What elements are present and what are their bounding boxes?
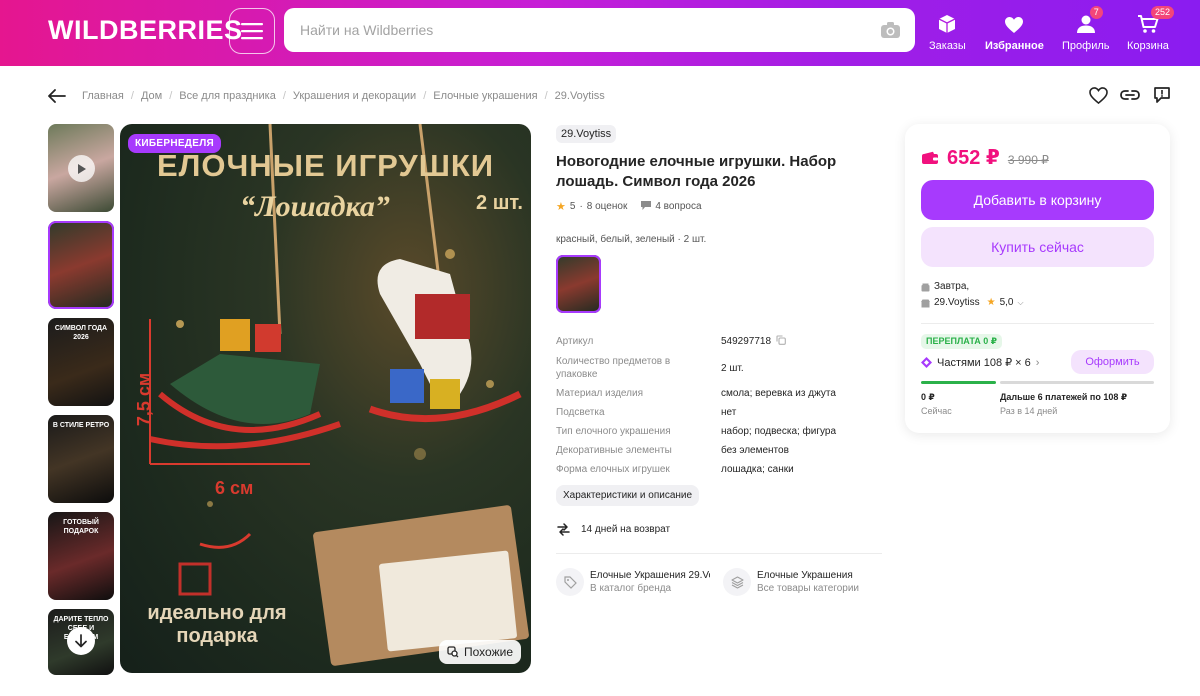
thumbnail-image[interactable]: В СТИЛЕ РЕТРО xyxy=(48,415,114,503)
buy-box: 652 ₽ 3 990 ₽ Добавить в корзину Купить … xyxy=(905,124,1170,433)
pay-later-info: Дальше 6 платежей по 108 ₽ Раз в 14 дней xyxy=(1000,392,1128,416)
buy-now-button[interactable]: Купить сейчас xyxy=(921,227,1154,267)
color-label: красный, белый, зеленый · 2 шт. xyxy=(556,234,707,245)
add-to-cart-button[interactable]: Добавить в корзину xyxy=(921,180,1154,220)
reviews-link[interactable]: 8 оценок xyxy=(587,201,628,212)
divider xyxy=(556,553,882,554)
payment-progress-remaining xyxy=(1000,381,1154,384)
nav-favorites[interactable]: Избранное xyxy=(985,8,1044,52)
current-price: 652 ₽ xyxy=(947,147,1000,169)
installments-row[interactable]: Частями 108 ₽ × 6 › xyxy=(921,356,1039,369)
thumbnail-video[interactable] xyxy=(48,124,114,212)
product-info: 29.Voytiss Новогодние елочные игрушки. Н… xyxy=(556,124,882,596)
installment-diamond-icon xyxy=(921,357,932,368)
rating-row: ★ 5 · 8 оценок 4 вопроса xyxy=(556,200,702,213)
spec-row: Количество предметов в упаковке 2 шт. xyxy=(556,356,744,380)
profile-badge: 7 xyxy=(1089,6,1103,19)
store-icon xyxy=(921,299,930,307)
box-icon xyxy=(939,15,956,33)
breadcrumb-tree-decor[interactable]: Елочные украшения xyxy=(433,90,537,102)
breadcrumb: Главная / Дом / Все для праздника / Украшен… xyxy=(48,86,605,106)
main-product-image[interactable]: КИБЕРНЕДЕЛЯ ЕЛОЧНЫЕ ИГРУШКИ “Лошадка” 2 … xyxy=(120,124,531,673)
delivery-box-icon xyxy=(921,283,930,291)
price-row: 652 ₽ 3 990 ₽ xyxy=(921,145,1049,170)
breadcrumb-decor[interactable]: Украшения и декорации xyxy=(293,90,416,102)
layers-icon xyxy=(723,568,751,596)
spec-row: Артикул 549297718 xyxy=(556,335,882,349)
favorite-heart-icon[interactable] xyxy=(1088,85,1108,105)
breadcrumb-home[interactable]: Главная xyxy=(82,90,124,102)
nav-profile[interactable]: 7 Профиль xyxy=(1062,6,1110,52)
hamburger-icon xyxy=(241,23,263,40)
chevron-down-icon[interactable]: ⌵ xyxy=(1017,295,1023,311)
image-title-text: ЕЛОЧНЫЕ ИГРУШКИ xyxy=(156,148,495,183)
return-arrows-icon xyxy=(557,523,570,536)
questions-icon xyxy=(641,200,652,213)
report-icon[interactable] xyxy=(1152,85,1172,105)
scroll-down-button[interactable] xyxy=(67,627,95,655)
old-price: 3 990 ₽ xyxy=(1007,153,1049,167)
overpay-badge: ПЕРЕПЛАТА 0 ₽ xyxy=(921,334,1003,349)
cart-badge: 252 xyxy=(1150,6,1174,19)
chevron-right-icon: › xyxy=(1035,356,1040,369)
category-link[interactable]: Елочные Украшения Все товары категории xyxy=(723,568,882,596)
spec-row: Форма елочных игрушек лошадка; санки xyxy=(556,464,794,475)
payment-progress-current xyxy=(921,381,996,384)
logo[interactable]: WILDBERRIES xyxy=(48,15,243,46)
image-subtitle-text: “Лошадка” xyxy=(240,190,390,223)
spec-row: Декоративные элементы без элементов xyxy=(556,445,789,456)
image-count-text: 2 шт. xyxy=(476,192,523,214)
issue-installment-button[interactable]: Оформить xyxy=(1071,350,1154,374)
wallet-icon xyxy=(922,151,938,164)
gift-text: идеально для подарка xyxy=(147,602,287,647)
nav-orders[interactable]: Заказы xyxy=(929,8,966,52)
play-icon xyxy=(68,155,95,182)
pay-now-info: 0 ₽ Сейчас xyxy=(921,392,952,416)
specs-description-button[interactable]: Характеристики и описание xyxy=(556,485,700,506)
tag-icon xyxy=(556,568,584,596)
seller-star-icon: ★ xyxy=(986,297,996,308)
brand-chip[interactable]: 29.Voytiss xyxy=(556,125,617,143)
thumbnail-image[interactable]: ДАРИТЕ ТЕПЛО СЕБЕ И БЛИЗКИМ xyxy=(48,609,114,675)
thumbnail-image[interactable]: СИМВОЛ ГОДА 2026 xyxy=(48,318,114,406)
color-swatch[interactable] xyxy=(556,255,601,313)
nav-cart[interactable]: 252 Корзина xyxy=(1127,6,1174,52)
breadcrumb-brand[interactable]: 29.Voytiss xyxy=(555,90,605,102)
postcard-image xyxy=(378,550,518,652)
similar-search-icon xyxy=(447,646,459,658)
back-arrow-icon[interactable] xyxy=(48,86,68,106)
category-links: Елочные Украшения 29.VoytissВ каталог бр… xyxy=(556,568,882,596)
header: WILDBERRIES Заказы Избранное 7 Профиль 2… xyxy=(0,0,1200,66)
breadcrumb-house[interactable]: Дом xyxy=(141,90,162,102)
star-icon: ★ xyxy=(556,201,566,213)
delivery-info: Завтра, 29.Voytiss ★ 5,0 ⌵ xyxy=(921,279,1024,311)
dimension-height: 7,5 см xyxy=(134,372,155,427)
thumbnail-image[interactable]: ГОТОВЫЙ ПОДАРОК xyxy=(48,512,114,600)
menu-button[interactable] xyxy=(229,8,275,54)
divider xyxy=(921,323,1154,324)
thumbnail-list: СИМВОЛ ГОДА 2026 В СТИЛЕ РЕТРО ГОТОВЫЙ П… xyxy=(48,124,114,684)
copy-icon[interactable] xyxy=(776,335,786,349)
specs-table: Артикул 549297718 Количество предметов в … xyxy=(556,335,882,476)
breadcrumb-holiday[interactable]: Все для праздника xyxy=(179,90,276,102)
search-bar xyxy=(284,8,915,52)
questions-link[interactable]: 4 вопроса xyxy=(655,201,701,212)
spec-row: Материал изделия смола; веревка из джута xyxy=(556,388,836,399)
seller-link[interactable]: 29.Voytiss xyxy=(934,295,980,311)
product-actions xyxy=(1088,85,1172,105)
similar-button[interactable]: Похожие xyxy=(439,640,521,664)
camera-icon[interactable] xyxy=(880,21,901,39)
returns-row[interactable]: 14 дней на возврат xyxy=(556,522,882,537)
share-link-icon[interactable] xyxy=(1120,85,1140,105)
seller-rating: 5,0 xyxy=(999,297,1014,308)
product-title: Новогодние елочные игрушки. Набор лошадь… xyxy=(556,153,837,190)
search-input[interactable] xyxy=(300,8,860,52)
spec-row: Подсветка нет xyxy=(556,407,737,418)
dimension-width: 6 см xyxy=(215,478,254,498)
spec-row: Тип елочного украшения набор; подвеска; ф… xyxy=(556,426,837,437)
rating-value[interactable]: 5 xyxy=(570,201,576,212)
heart-icon xyxy=(1005,17,1024,33)
brand-catalog-link[interactable]: Елочные Украшения 29.VoytissВ каталог бр… xyxy=(556,568,715,596)
thumbnail-selected[interactable] xyxy=(48,221,114,309)
